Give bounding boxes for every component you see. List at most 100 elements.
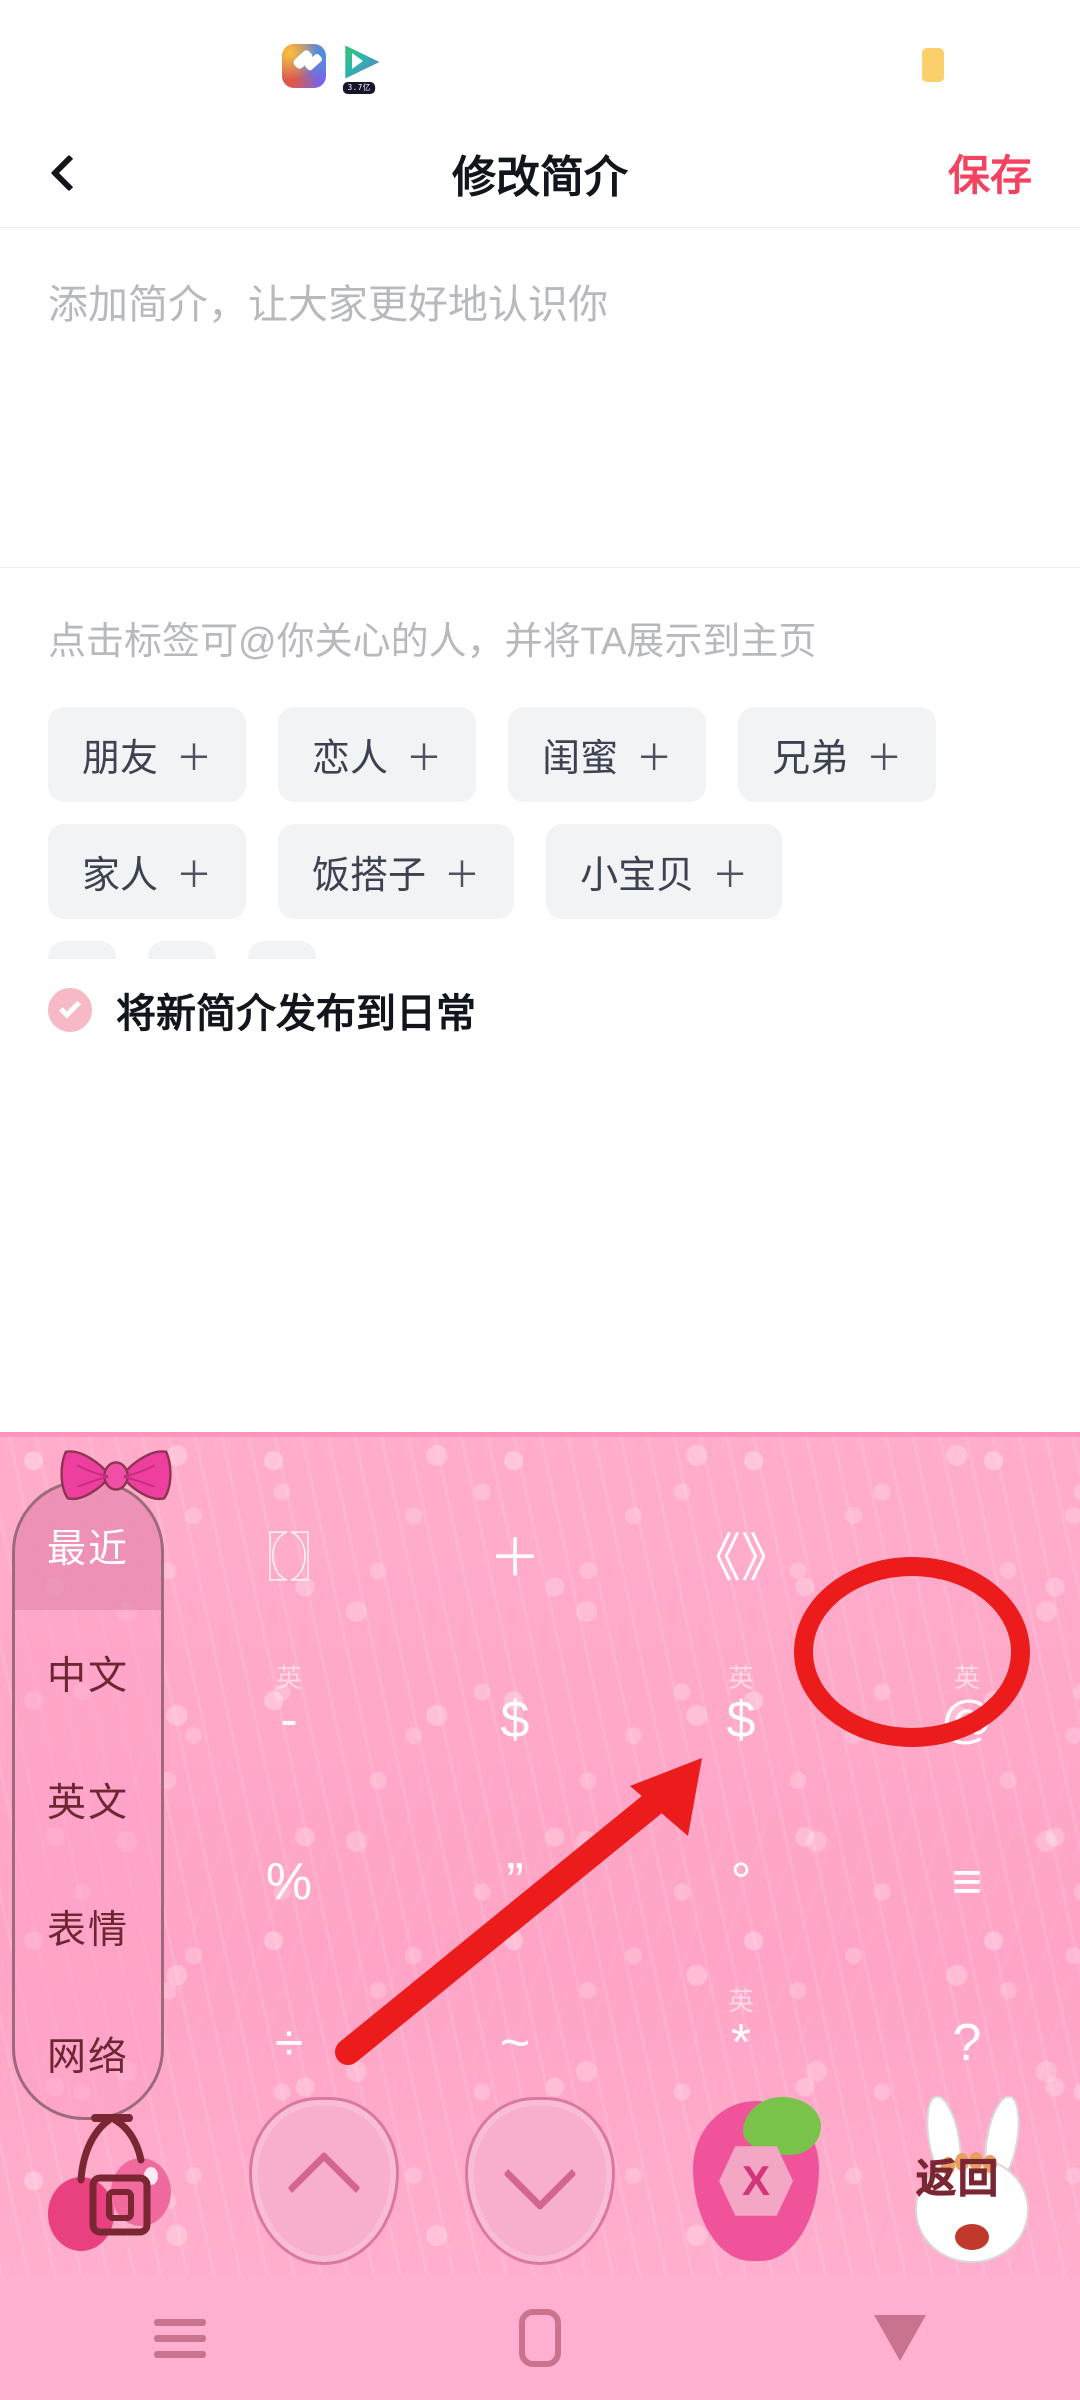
tag-chip-row: 家人 ＋ 饭搭子 ＋ 小宝贝 ＋ (48, 824, 1032, 919)
tag-section: 点击标签可@你关心的人，并将TA展示到主页 朋友＋恋人＋闺蜜＋兄弟＋ 家人＋饭搭… (0, 568, 1080, 959)
tag-chip-label: 恋人 (312, 738, 389, 780)
publish-to-daily-row[interactable]: 将新简介发布到日常 (0, 959, 1080, 1039)
chevron-up-icon (249, 2097, 399, 2265)
tag-chip-label: 兄弟 (772, 738, 849, 780)
tag-hint-text: 点击标签可@你关心的人，并将TA展示到主页 (48, 621, 817, 663)
symbol-key-10[interactable]: ° (628, 1801, 854, 1963)
app-icon-badge: 3.7亿 (342, 82, 376, 94)
rail-tab-1[interactable]: 中文 (15, 1610, 161, 1737)
key-secondary-hint: 英 (275, 1662, 303, 1693)
checkbox-checked-icon[interactable] (48, 988, 92, 1032)
page-down-key[interactable] (432, 2097, 648, 2265)
bio-editor[interactable]: 添加简介，让大家更好地认识你 (0, 228, 1080, 568)
symbol-key-grid: 〖〗＋《》，英 - $ 英 $ 英 @%” ° ≡ ÷ ~ 英 *? (176, 1478, 1080, 2124)
publish-to-daily-label: 将新简介发布到日常 (116, 992, 476, 1036)
key-secondary-hint: 英 (953, 1662, 981, 1693)
keyboard-function-row: X 返回 (0, 2086, 1080, 2276)
symbol-key-6[interactable]: 英 $ (628, 1640, 854, 1802)
rail-tab-2[interactable]: 英文 (15, 1737, 161, 1864)
tag-chip-plus-icon: ＋ (444, 853, 481, 895)
rail-tab-3[interactable]: 表情 (15, 1863, 161, 1990)
symbol-key-2[interactable]: 《》 (628, 1478, 854, 1640)
tag-chip-row-clipped[interactable] (48, 941, 1032, 959)
tag-chip[interactable]: 闺蜜 ＋ (508, 707, 707, 802)
symbol-key-11[interactable]: ≡ (854, 1801, 1080, 1963)
key-secondary-hint: 英 (727, 1985, 755, 2016)
key-glyph: 《》 (688, 1529, 793, 1588)
status-bar-right (922, 48, 944, 82)
keyboard-switch-key[interactable] (0, 2106, 216, 2256)
tag-chip-plus-icon: ＋ (636, 736, 673, 778)
strawberry-icon: X (693, 2097, 821, 2261)
key-glyph: ＋ (488, 1529, 541, 1588)
key-glyph: $ (500, 1691, 530, 1750)
delete-key[interactable]: X (648, 2097, 864, 2261)
rail-tab-label: 网络 (46, 2035, 129, 2079)
symbol-key-1[interactable]: ＋ (402, 1478, 628, 1640)
gradient-app-icon (282, 44, 326, 88)
tag-chip-label: 朋友 (82, 738, 159, 780)
key-glyph: * (730, 2014, 752, 2073)
triangle-down-icon (874, 2315, 926, 2361)
nav-back-button[interactable] (720, 2315, 1080, 2361)
tag-chip[interactable]: 饭搭子 ＋ (278, 824, 515, 919)
page-title: 修改简介 (452, 152, 628, 202)
tag-chip[interactable]: 兄弟 ＋ (738, 707, 937, 802)
nav-recents-button[interactable] (0, 2310, 360, 2367)
home-square-icon (519, 2309, 561, 2367)
cherry-icon (33, 2106, 183, 2256)
key-glyph: ? (952, 2014, 982, 2073)
page-header: 修改简介 保存 (0, 118, 1080, 228)
symbol-key-5[interactable]: $ (402, 1640, 628, 1802)
tag-chip[interactable]: 小宝贝 ＋ (546, 824, 783, 919)
key-glyph: ≡ (951, 1852, 983, 1911)
video-player-app-icon: 3.7亿 (340, 44, 384, 94)
tag-chip-label: 饭搭子 (312, 855, 427, 897)
symbol-key-0[interactable]: 〖〗 (176, 1478, 402, 1640)
nav-home-button[interactable] (360, 2309, 720, 2367)
bio-input-placeholder: 添加简介，让大家更好地认识你 (48, 283, 608, 327)
key-glyph: ” (506, 1852, 524, 1911)
tag-chip-label: 家人 (82, 855, 159, 897)
symbol-key-4[interactable]: 英- (176, 1640, 402, 1802)
save-button[interactable]: 保存 (948, 142, 1032, 203)
tag-chip-plus-icon: ＋ (712, 853, 749, 895)
play-triangle-icon (345, 45, 380, 79)
key-glyph: $ (726, 1691, 756, 1750)
tag-chip[interactable]: 朋友 ＋ (48, 707, 247, 802)
tag-chip[interactable]: 家人 ＋ (48, 824, 247, 919)
chevron-left-icon (50, 154, 88, 191)
key-glyph: ~ (499, 2014, 531, 2073)
tag-chip-list: 朋友 ＋ 恋人 ＋ 闺蜜 ＋ 兄弟 ＋ 家人 ＋ 饭搭子 ＋ 小宝贝 ＋ (48, 707, 1032, 959)
symbol-keyboard-panel: 最近 中文 英文 表情 网络 〖〗＋《》，英 - $ 英 $ 英 @%” ° ≡ ÷ ~ 英 *? (0, 1432, 1080, 2400)
tag-chip[interactable] (148, 941, 216, 959)
battery-indicator-icon (922, 48, 944, 82)
return-key[interactable]: 返回 (864, 2094, 1080, 2269)
rail-tab-label: 中文 (46, 1655, 129, 1699)
page-up-key[interactable] (216, 2097, 432, 2265)
tag-chip[interactable] (48, 941, 116, 959)
symbol-key-7[interactable]: 英 @ (854, 1640, 1080, 1802)
tag-chip[interactable] (248, 941, 316, 959)
tag-chip-plus-icon: ＋ (866, 736, 903, 778)
rabbit-icon: 返回 (892, 2094, 1052, 2269)
keyboard-category-rail: 最近 中文 英文 表情 网络 (12, 1480, 164, 2120)
symbol-key-3[interactable]: ， (854, 1478, 1080, 1640)
menu-icon (154, 2310, 206, 2367)
tag-chip-label: 小宝贝 (580, 855, 695, 897)
pink-bow-icon (60, 1450, 172, 1501)
key-glyph: ° (730, 1852, 752, 1911)
back-button[interactable] (48, 138, 118, 208)
check-mark-icon (59, 996, 81, 1019)
symbol-key-8[interactable]: % (176, 1801, 402, 1963)
tag-chip-plus-icon: ＋ (176, 736, 213, 778)
key-glyph: ， (940, 1529, 993, 1588)
key-secondary-hint: 英 (727, 1662, 755, 1693)
key-glyph: - (280, 1691, 298, 1750)
keyboard-top-divider (0, 1432, 1080, 1437)
tag-chip-row: 朋友 ＋ 恋人 ＋ 闺蜜 ＋ 兄弟 ＋ (48, 707, 1032, 802)
tag-chip[interactable]: 恋人 ＋ (278, 707, 477, 802)
symbol-key-9[interactable]: ” (402, 1801, 628, 1963)
chevron-down-icon (465, 2097, 615, 2265)
status-bar-app-icons: 3.7亿 (282, 44, 384, 94)
